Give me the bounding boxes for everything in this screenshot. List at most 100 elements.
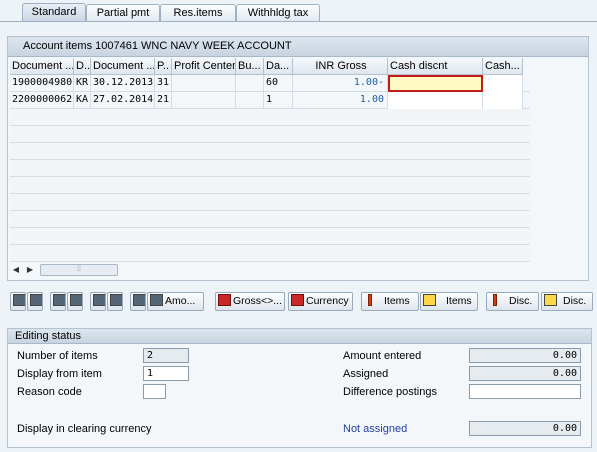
col-header-days[interactable]: Da...: [264, 58, 293, 75]
display-from-item-input[interactable]: 1: [143, 366, 189, 381]
empty-row: [10, 194, 530, 211]
cell-inr-gross: 1.00-: [293, 75, 388, 92]
activate-items-label: Items: [384, 295, 410, 307]
editing-status-panel: Editing status Number of items 2 Display…: [7, 328, 592, 448]
scroll-thumb[interactable]: ⁞⁞: [40, 264, 118, 276]
tab-divider: [0, 21, 597, 22]
sort-button[interactable]: [90, 292, 106, 311]
deactivate-disc-icon: [544, 294, 557, 306]
empty-row: [10, 245, 530, 262]
cash-discount-input[interactable]: [388, 92, 483, 109]
currency-icon: [291, 294, 304, 306]
cash-input[interactable]: [483, 92, 523, 109]
empty-row: [10, 211, 530, 228]
deactivate-items-button[interactable]: Items: [420, 292, 478, 311]
cell-doc-type: KR: [74, 75, 91, 92]
select-all-button[interactable]: [10, 292, 26, 311]
find-amount-button[interactable]: Amo...: [147, 292, 204, 311]
col-header-profit-center[interactable]: Profit Center: [172, 58, 236, 75]
deselect-all-icon: [30, 294, 42, 306]
cell-document-date: 27.02.2014: [91, 92, 155, 109]
assigned-label: Assigned: [343, 368, 389, 380]
empty-row: [10, 177, 530, 194]
amount-entered-label: Amount entered: [343, 350, 422, 362]
table-row[interactable]: 2200000062 KA 27.02.2014 21 1 1.00: [10, 92, 530, 109]
cell-posting-key: 31: [155, 75, 172, 92]
col-header-cash[interactable]: Cash...: [483, 58, 523, 75]
activate-disc-icon: [493, 294, 497, 306]
tab-withhldg-tax[interactable]: Withhldg tax: [236, 4, 320, 22]
select-block-icon: [53, 294, 65, 306]
filter-button[interactable]: [107, 292, 123, 311]
binoculars-icon: [150, 294, 163, 306]
activate-items-icon: [368, 294, 372, 306]
empty-row: [10, 109, 530, 126]
currency-button[interactable]: Currency: [288, 292, 353, 311]
cell-document: 2200000062: [10, 92, 74, 109]
table-row[interactable]: 1900004980 KR 30.12.2013 31 60 1.00-: [10, 75, 530, 92]
gross-net-button[interactable]: Gross<>...: [215, 292, 285, 311]
tab-res-items[interactable]: Res.items: [160, 4, 236, 22]
tab-standard[interactable]: Standard: [22, 3, 86, 22]
cell-document-date: 30.12.2013: [91, 75, 155, 92]
cell-business-area: [236, 92, 264, 109]
horizontal-scrollbar[interactable]: ◀ ▶ ⁞⁞: [10, 263, 120, 277]
details-icon: [70, 294, 82, 306]
activate-items-button[interactable]: Items: [361, 292, 419, 311]
cell-days: 1: [264, 92, 293, 109]
cell-business-area: [236, 75, 264, 92]
details-button[interactable]: [67, 292, 83, 311]
number-of-items-field: 2: [143, 348, 189, 363]
col-header-doc-type[interactable]: D..: [74, 58, 91, 75]
col-header-document-date[interactable]: Document ...: [91, 58, 155, 75]
col-header-document[interactable]: Document ...: [10, 58, 74, 75]
tab-partial-pmt[interactable]: Partial pmt: [86, 4, 160, 22]
find-amount-label: Amo...: [165, 295, 196, 307]
col-header-inr-gross[interactable]: INR Gross: [293, 58, 388, 75]
empty-row: [10, 228, 530, 245]
cell-days: 60: [264, 75, 293, 92]
col-header-posting-key[interactable]: P..: [155, 58, 172, 75]
col-header-cash-discnt[interactable]: Cash discnt: [388, 58, 483, 75]
cash-input[interactable]: [483, 75, 523, 92]
empty-row: [10, 126, 530, 143]
account-items-panel: Account items 1007461 WNC NAVY WEEK ACCO…: [7, 36, 589, 281]
cash-discount-input[interactable]: [388, 75, 483, 92]
deactivate-disc-button[interactable]: Disc.: [541, 292, 593, 311]
currency-label: Currency: [306, 295, 349, 307]
number-of-items-label: Number of items: [17, 350, 98, 362]
table-title: Account items 1007461 WNC NAVY WEEK ACCO…: [8, 37, 588, 57]
binoculars-icon: [133, 294, 145, 306]
cell-profit-center: [172, 75, 236, 92]
display-from-item-label: Display from item: [17, 368, 102, 380]
not-assigned-field: 0.00: [469, 421, 581, 436]
sort-icon: [93, 294, 105, 306]
empty-row: [10, 143, 530, 160]
empty-row: [10, 160, 530, 177]
cell-doc-type: KA: [74, 92, 91, 109]
scroll-right-icon[interactable]: ▶: [24, 263, 36, 277]
reason-code-input[interactable]: [143, 384, 166, 399]
cell-profit-center: [172, 92, 236, 109]
deactivate-disc-label: Disc.: [563, 295, 587, 307]
assigned-field: 0.00: [469, 366, 581, 381]
editing-status-title: Editing status: [8, 329, 591, 344]
deselect-all-button[interactable]: [27, 292, 43, 311]
display-clearing-currency-label: Display in clearing currency: [17, 423, 152, 435]
activate-disc-button[interactable]: Disc.: [486, 292, 539, 311]
tab-strip: Standard Partial pmt Res.items Withhldg …: [0, 0, 597, 22]
scroll-left-icon[interactable]: ◀: [10, 263, 22, 277]
col-header-business-area[interactable]: Bu...: [236, 58, 264, 75]
not-assigned-label: Not assigned: [343, 423, 408, 435]
reason-code-label: Reason code: [17, 386, 82, 398]
gross-net-label: Gross<>...: [233, 295, 283, 307]
cell-document: 1900004980: [10, 75, 74, 92]
select-block-button[interactable]: [50, 292, 66, 311]
filter-icon: [110, 294, 122, 306]
difference-postings-input[interactable]: [469, 384, 581, 399]
select-all-icon: [13, 294, 25, 306]
difference-postings-label: Difference postings: [343, 386, 437, 398]
deactivate-items-label: Items: [446, 295, 472, 307]
cell-inr-gross: 1.00: [293, 92, 388, 109]
find-button[interactable]: [130, 292, 146, 311]
